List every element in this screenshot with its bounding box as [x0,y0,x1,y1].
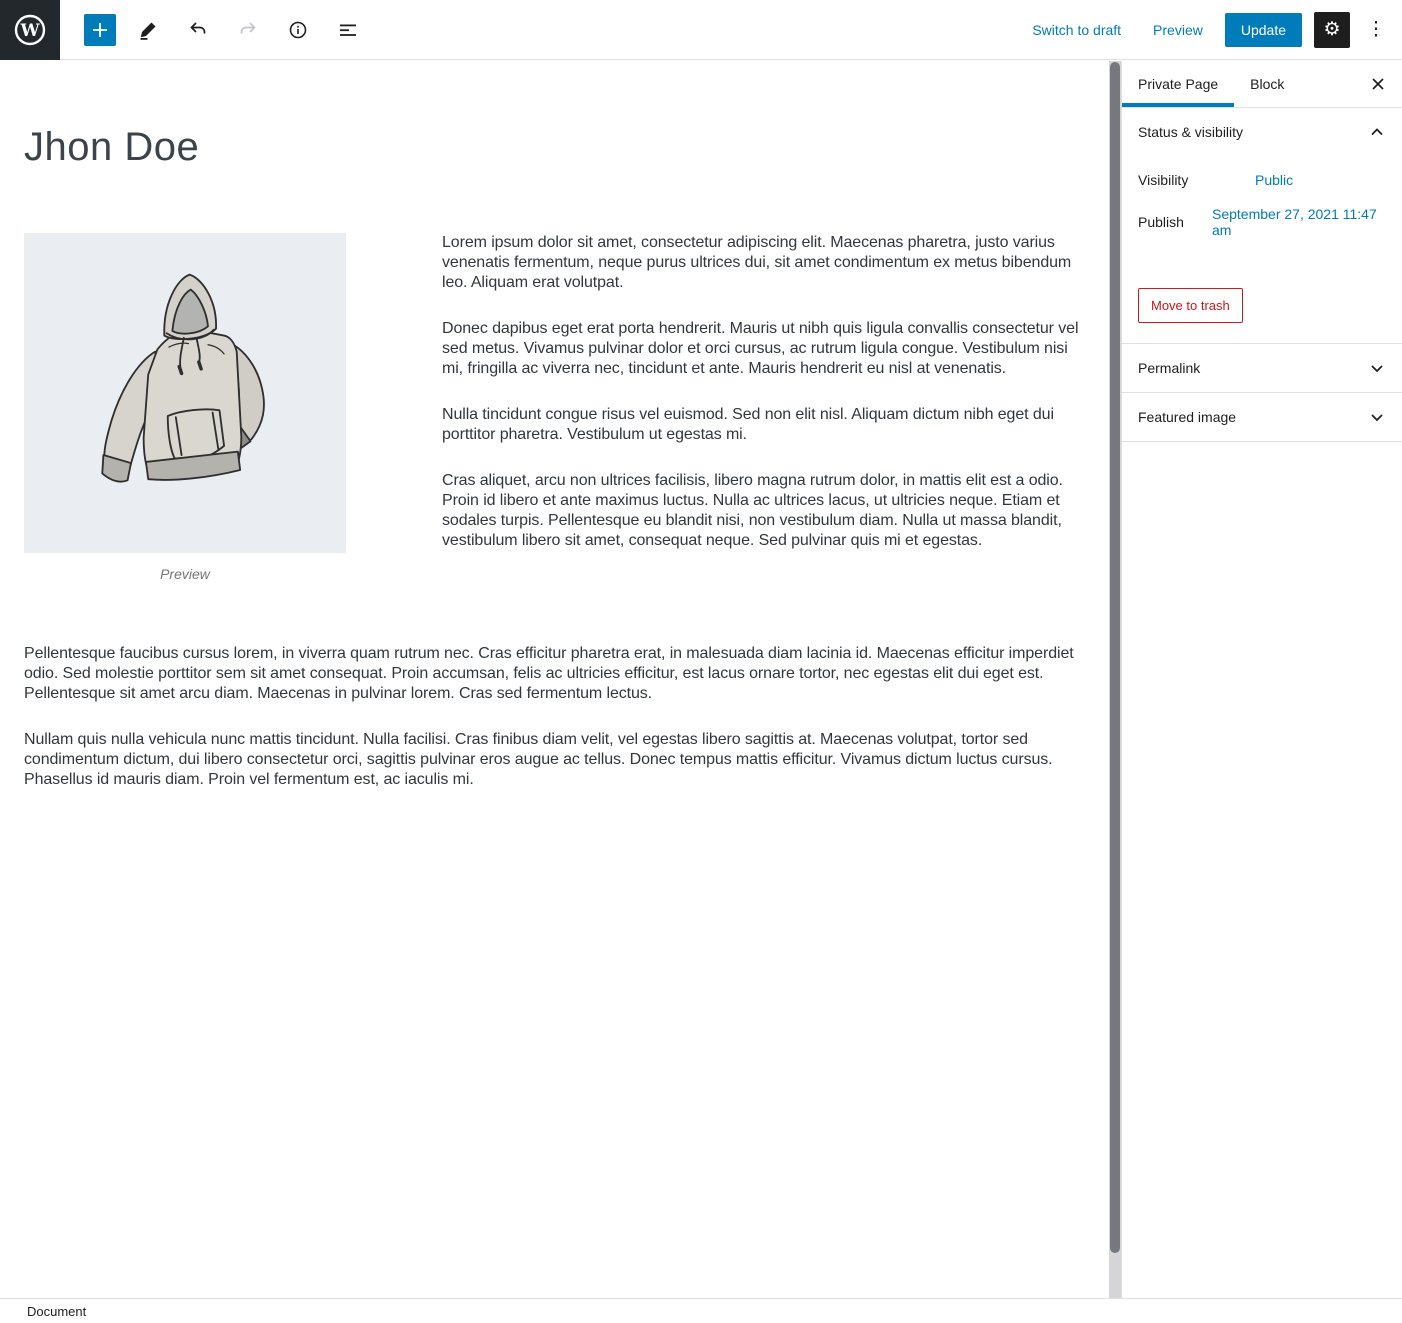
image-figure: Preview [24,233,346,582]
list-view-button[interactable] [330,12,366,48]
move-to-trash-button[interactable]: Move to trash [1138,288,1243,323]
undo-button[interactable] [180,12,216,48]
more-menu-icon: ⋮ [1367,18,1386,41]
edit-mode-button[interactable] [130,12,166,48]
add-block-button[interactable] [84,14,116,46]
plus-icon [90,20,110,40]
chevron-down-icon [1368,359,1386,377]
status-visibility-toggle[interactable]: Status & visibility [1122,108,1402,156]
publish-date-button[interactable]: September 27, 2021 11:47 am [1212,204,1386,240]
status-visibility-panel: Status & visibility Visibility Public Pu… [1122,108,1402,344]
more-options-button[interactable]: ⋮ [1362,12,1390,48]
hoodie-sketch [70,262,300,524]
editor-top-bar: W [0,0,1402,60]
wordpress-logo[interactable]: W [0,0,60,60]
info-icon [287,19,309,41]
publish-row: Publish September 27, 2021 11:47 am [1138,204,1386,240]
paragraph-block[interactable]: Nulla tincidunt congue risus vel euismod… [442,405,1085,445]
switch-to-draft-button[interactable]: Switch to draft [1022,16,1131,44]
pencil-icon [137,19,159,41]
post-title-field[interactable]: Jhon Doe [24,125,1085,170]
media-text-row: Preview Lorem ipsum dolor sit amet, cons… [24,233,1085,582]
gear-icon: ⚙ [1323,18,1340,41]
undo-icon [187,19,209,41]
permalink-panel: Permalink [1122,344,1402,393]
image-caption[interactable]: Preview [24,566,346,582]
featured-image-panel: Featured image [1122,393,1402,442]
details-button[interactable] [280,12,316,48]
panel-title: Permalink [1138,360,1200,376]
panel-title: Featured image [1138,409,1236,425]
toolbar-left [84,12,366,48]
editor-scrollbar-track[interactable] [1109,61,1121,1298]
chevron-up-icon [1368,123,1386,141]
toolbar-right: Switch to draft Preview Update ⚙ ⋮ [1022,12,1402,48]
list-view-icon [337,19,359,41]
editor-canvas: Jhon Doe [0,61,1109,1298]
full-width-text: Pellentesque faucibus cursus lorem, in v… [24,644,1090,790]
document-breadcrumb[interactable]: Document [27,1304,86,1319]
settings-sidebar: Private Page Block Status & visibility V… [1121,61,1402,1298]
tab-private-page[interactable]: Private Page [1122,61,1234,107]
svg-text:W: W [19,21,40,41]
update-button[interactable]: Update [1225,13,1302,47]
wordpress-logo-icon: W [13,13,47,47]
publish-label: Publish [1138,214,1212,230]
redo-icon [237,19,259,41]
editor-footer: Document [0,1298,1402,1323]
paragraph-block[interactable]: Donec dapibus eget erat porta hendrerit.… [442,319,1085,379]
visibility-label: Visibility [1138,172,1255,188]
close-icon [1370,76,1386,92]
visibility-row: Visibility Public [1138,162,1386,198]
paragraph-block[interactable]: Cras aliquet, arcu non ultrices facilisi… [442,471,1085,551]
sidebar-tabs: Private Page Block [1122,61,1402,108]
preview-button[interactable]: Preview [1143,16,1213,44]
paragraph-block[interactable]: Nullam quis nulla vehicula nunc mattis t… [24,730,1090,790]
redo-button[interactable] [230,12,266,48]
editor-scrollbar-thumb[interactable] [1110,62,1120,1253]
status-visibility-body: Visibility Public Publish September 27, … [1122,162,1402,343]
close-sidebar-button[interactable] [1354,61,1402,107]
panel-title: Status & visibility [1138,124,1243,140]
visibility-value-button[interactable]: Public [1255,170,1293,190]
featured-image-toggle[interactable]: Featured image [1122,393,1402,441]
permalink-toggle[interactable]: Permalink [1122,344,1402,392]
paragraph-block[interactable]: Pellentesque faucibus cursus lorem, in v… [24,644,1090,704]
chevron-down-icon [1368,408,1386,426]
settings-gear-button[interactable]: ⚙ [1314,12,1350,48]
text-column: Lorem ipsum dolor sit amet, consectetur … [442,233,1085,551]
paragraph-block[interactable]: Lorem ipsum dolor sit amet, consectetur … [442,233,1085,293]
hoodie-image[interactable] [24,233,346,553]
tab-block[interactable]: Block [1234,61,1300,107]
